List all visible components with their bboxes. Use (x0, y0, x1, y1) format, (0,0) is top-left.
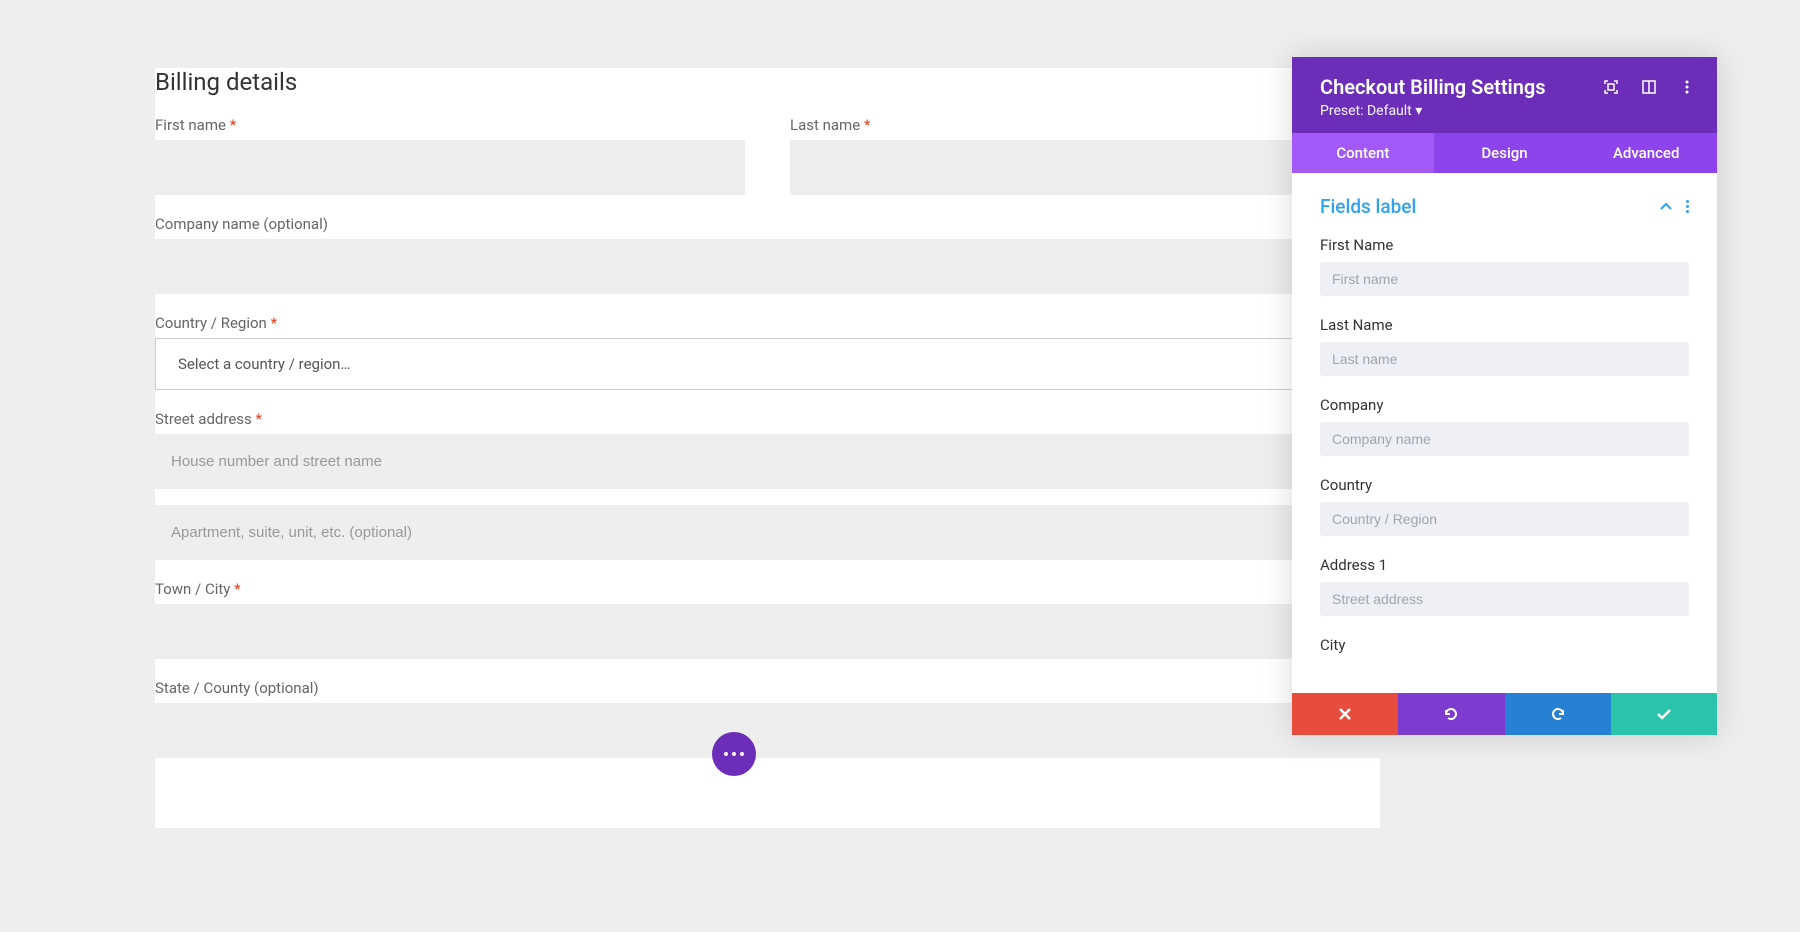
required-mark: * (230, 116, 236, 134)
country-select[interactable]: Select a country / region… (155, 338, 1380, 390)
section-more-icon[interactable] (1686, 200, 1689, 213)
tab-design[interactable]: Design (1434, 133, 1576, 173)
chevron-up-icon[interactable] (1660, 203, 1672, 211)
required-mark: * (271, 314, 277, 332)
chevron-down-icon: ▾ (1415, 103, 1422, 119)
section-header: Fields label (1320, 195, 1689, 218)
setting-input-address1[interactable] (1320, 582, 1689, 616)
setting-input-first-name[interactable] (1320, 262, 1689, 296)
required-mark: * (256, 410, 262, 428)
setting-label: First Name (1320, 236, 1689, 254)
dot-icon (740, 752, 744, 756)
country-label-text: Country / Region (155, 314, 267, 332)
first-name-label-text: First name (155, 116, 226, 134)
setting-first-name: First Name (1320, 236, 1689, 296)
cancel-button[interactable] (1292, 693, 1398, 735)
panel-preset[interactable]: Preset: Default ▾ (1320, 103, 1695, 119)
panel-preset-text: Preset: Default (1320, 103, 1412, 119)
street-input-2[interactable] (155, 505, 1380, 560)
panel-footer (1292, 693, 1717, 735)
setting-address1: Address 1 (1320, 556, 1689, 616)
setting-input-company[interactable] (1320, 422, 1689, 456)
columns-icon[interactable] (1641, 79, 1657, 95)
city-label-text: Town / City (155, 580, 230, 598)
street-input-1[interactable] (155, 434, 1380, 489)
save-button[interactable] (1611, 693, 1717, 735)
setting-last-name: Last Name (1320, 316, 1689, 376)
dot-icon (724, 752, 728, 756)
company-label: Company name (optional) (155, 215, 1380, 233)
more-icon[interactable] (1679, 79, 1695, 95)
panel-body[interactable]: Fields label First Name Last Name (1292, 173, 1717, 693)
dot-icon (732, 752, 736, 756)
setting-label: Country (1320, 476, 1689, 494)
settings-panel: Checkout Billing Settings (1292, 57, 1717, 735)
panel-header: Checkout Billing Settings (1292, 57, 1717, 133)
state-label: State / County (optional) (155, 679, 1380, 697)
redo-icon (1550, 706, 1566, 722)
setting-label: Address 1 (1320, 556, 1689, 574)
street-label: Street address * (155, 410, 1380, 428)
required-mark: * (864, 116, 870, 134)
close-icon (1338, 707, 1352, 721)
expand-icon[interactable] (1603, 79, 1619, 95)
redo-button[interactable] (1505, 693, 1611, 735)
form-title: Billing details (155, 68, 1380, 96)
company-input[interactable] (155, 239, 1380, 294)
state-input[interactable] (155, 703, 1380, 758)
setting-country: Country (1320, 476, 1689, 536)
tab-advanced[interactable]: Advanced (1575, 133, 1717, 173)
section-title[interactable]: Fields label (1320, 195, 1416, 218)
panel-tabs: Content Design Advanced (1292, 133, 1717, 173)
undo-icon (1443, 706, 1459, 722)
country-label: Country / Region * (155, 314, 1380, 332)
setting-label: Company (1320, 396, 1689, 414)
first-name-label: First name * (155, 116, 745, 134)
city-input[interactable] (155, 604, 1380, 659)
setting-label: Last Name (1320, 316, 1689, 334)
city-label: Town / City * (155, 580, 1380, 598)
setting-label: City (1320, 636, 1689, 654)
required-mark: * (234, 580, 240, 598)
fab-more-button[interactable] (712, 732, 756, 776)
check-icon (1656, 708, 1672, 720)
street-label-text: Street address (155, 410, 252, 428)
setting-input-last-name[interactable] (1320, 342, 1689, 376)
setting-input-country[interactable] (1320, 502, 1689, 536)
last-name-label-text: Last name (790, 116, 860, 134)
undo-button[interactable] (1398, 693, 1504, 735)
country-placeholder: Select a country / region… (178, 355, 350, 373)
first-name-input[interactable] (155, 140, 745, 195)
setting-city: City (1320, 636, 1689, 654)
setting-company: Company (1320, 396, 1689, 456)
panel-title: Checkout Billing Settings (1320, 75, 1546, 99)
billing-form: Billing details First name * Last name *… (155, 68, 1380, 828)
tab-content[interactable]: Content (1292, 133, 1434, 173)
